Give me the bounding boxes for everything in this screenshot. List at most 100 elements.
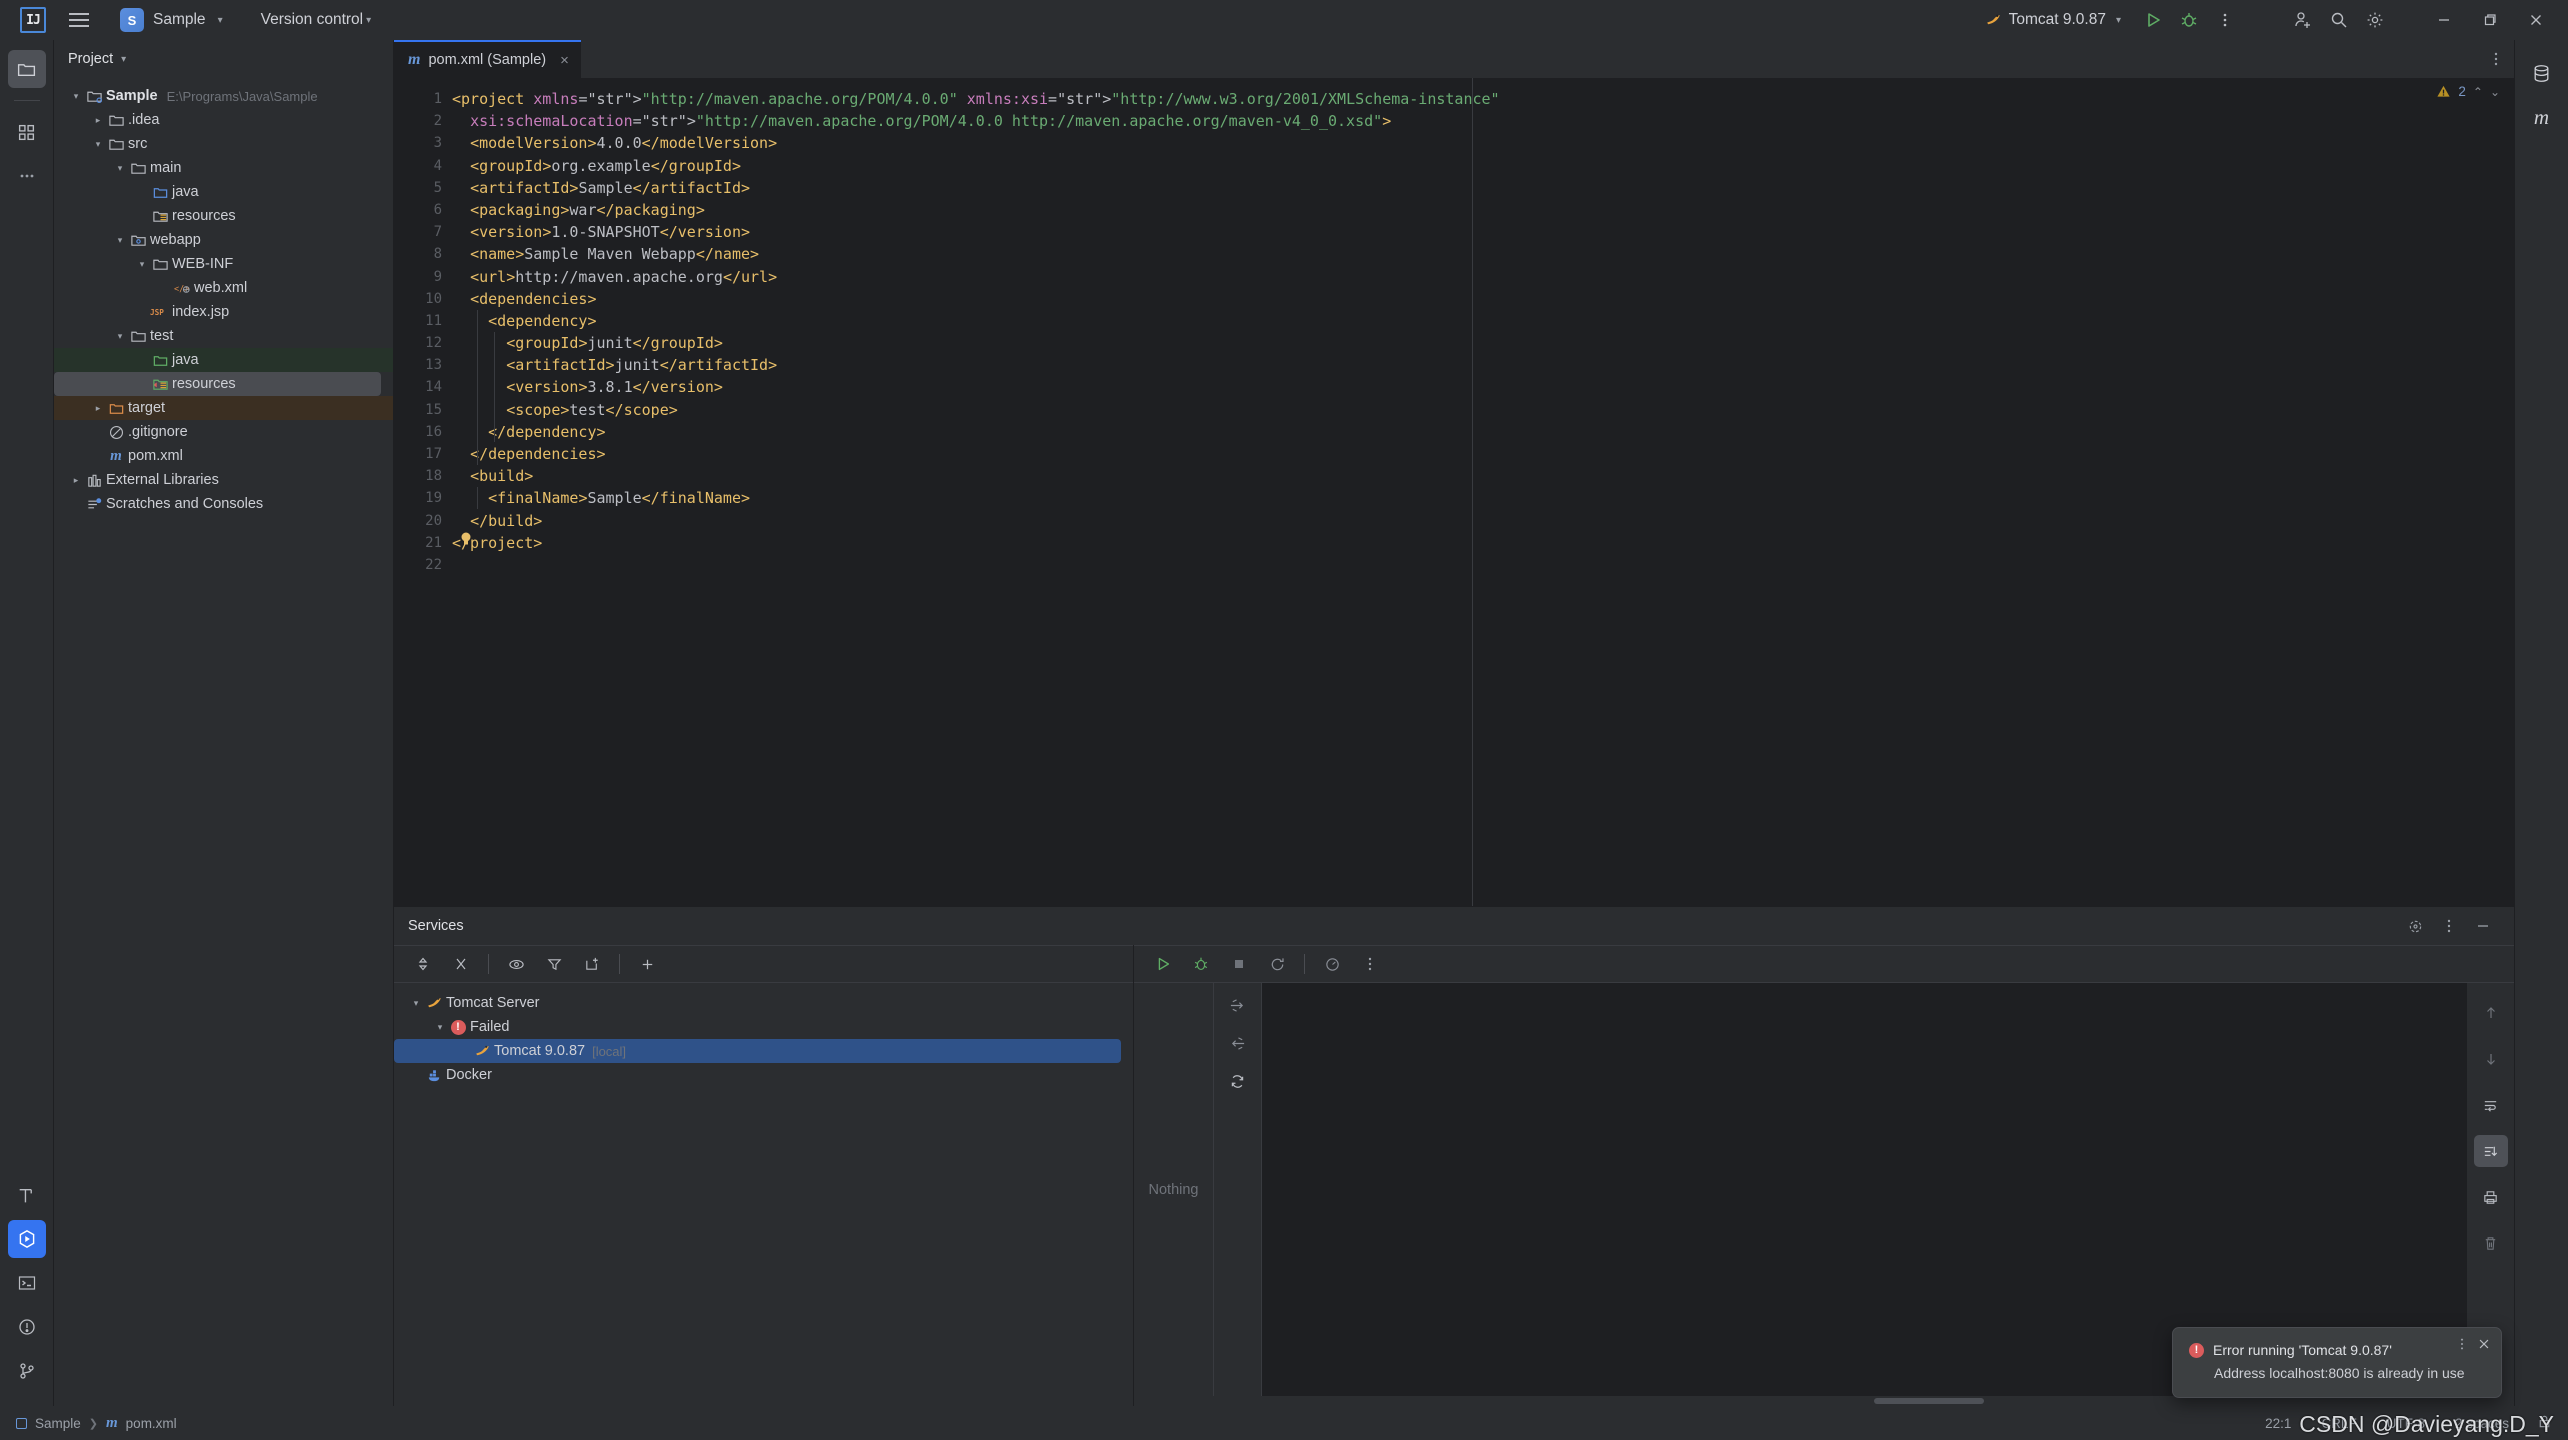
arrow-up-icon[interactable] — [2474, 997, 2508, 1029]
editor-pane[interactable]: 1 2 3 4 5 6 7 8 9 10 11 12 13 14 15 16 17 18 19 20 21 22 <pro… — [394, 78, 2514, 906]
chevron-down-icon[interactable]: ▾ — [68, 91, 84, 102]
project-tree-item-resources[interactable]: resources — [54, 372, 381, 396]
collapse-left-icon[interactable] — [1229, 1035, 1246, 1057]
minimize-window-button[interactable] — [2422, 1, 2466, 39]
build-tool-window-button[interactable] — [8, 1176, 46, 1214]
chevron-down-icon[interactable]: ▾ — [112, 331, 128, 342]
intention-bulb-icon[interactable] — [460, 532, 471, 546]
scroll-to-end-icon[interactable] — [2473, 1135, 2508, 1167]
chevron-down-icon[interactable]: ▾ — [112, 163, 128, 174]
services-tree-item-tomcat-server[interactable]: ▾ Tomcat Server — [394, 991, 1133, 1015]
run-button[interactable] — [2136, 3, 2170, 37]
add-service-button[interactable] — [630, 947, 664, 981]
project-tree-item--gitignore[interactable]: .gitignore — [54, 420, 393, 444]
project-tree-item-test[interactable]: ▾ test — [54, 324, 393, 348]
problems-tool-window-button[interactable] — [8, 1308, 46, 1346]
project-tree-item-java[interactable]: java — [54, 180, 393, 204]
line-separator-widget[interactable]: CRLF — [2321, 1416, 2356, 1431]
chevron-down-icon[interactable]: ▾ — [408, 998, 424, 1009]
more-tool-windows-button[interactable] — [8, 157, 46, 195]
project-tree-item-web-xml[interactable]: </> web.xml — [54, 276, 393, 300]
rerun-button[interactable] — [1260, 947, 1294, 981]
show-services-button[interactable] — [499, 947, 533, 981]
chevron-down-icon[interactable]: ▾ — [134, 259, 150, 270]
trash-icon[interactable] — [2474, 1227, 2508, 1259]
project-widget[interactable]: S Sample ▾ — [110, 3, 233, 37]
encoding-widget[interactable]: UTF-8 — [2387, 1416, 2425, 1431]
services-minimize-button[interactable] — [2466, 909, 2500, 943]
soft-wrap-icon[interactable] — [2474, 1089, 2508, 1121]
terminal-tool-window-button[interactable] — [8, 1264, 46, 1302]
chevron-down-icon[interactable]: ▾ — [112, 235, 128, 246]
stop-button[interactable] — [1222, 947, 1256, 981]
project-tree-item-sample[interactable]: ▾ Sample E:\Programs\Java\Sample — [54, 84, 393, 108]
close-window-button[interactable] — [2514, 1, 2558, 39]
debug-button[interactable] — [2172, 3, 2206, 37]
close-all-tabs-button[interactable] — [444, 947, 478, 981]
settings-button[interactable] — [2358, 3, 2392, 37]
services-more-button[interactable] — [2432, 909, 2466, 943]
project-tree-item-index-jsp[interactable]: JSP index.jsp — [54, 300, 393, 324]
project-tree-item-webapp[interactable]: ▾ webapp — [54, 228, 393, 252]
project-tree-item-main[interactable]: ▾ main — [54, 156, 393, 180]
services-tree[interactable]: ▾ Tomcat Server ▾! Failed Tomcat 9.0.87 [loca… — [394, 983, 1133, 1406]
indent-widget[interactable]: 2 spaces — [2455, 1416, 2509, 1431]
editor-code[interactable]: <project xmlns="str">"http://maven.apach… — [452, 78, 2514, 906]
project-tree-item-web-inf[interactable]: ▾ WEB-INF — [54, 252, 393, 276]
maven-tool-window-button[interactable]: m — [2523, 98, 2561, 136]
project-tree-item-scratches-and-consoles[interactable]: Scratches and Consoles — [54, 492, 393, 516]
error-notification-balloon[interactable]: ! Error running 'Tomcat 9.0.87' Address … — [2172, 1327, 2502, 1398]
editor-tab-options-button[interactable] — [2478, 40, 2514, 78]
print-icon[interactable] — [2474, 1181, 2508, 1213]
caret-position-widget[interactable]: 22:1 — [2265, 1416, 2291, 1431]
main-menu-button[interactable] — [62, 3, 96, 37]
refresh-icon[interactable] — [1229, 1073, 1246, 1095]
chevron-down-icon[interactable]: ▾ — [432, 1022, 448, 1033]
run-button[interactable] — [1146, 947, 1180, 981]
database-tool-window-button[interactable] — [2523, 54, 2561, 92]
chevron-right-icon[interactable]: ▸ — [90, 403, 106, 414]
chevron-right-icon[interactable]: ▸ — [68, 475, 84, 486]
new-tab-button[interactable] — [575, 947, 609, 981]
close-icon[interactable]: × — [560, 52, 569, 69]
debug-button[interactable] — [1184, 947, 1218, 981]
project-tree-item-target[interactable]: ▸ target — [54, 396, 393, 420]
services-tree-item-docker[interactable]: Docker — [394, 1063, 1133, 1087]
inspection-widget[interactable]: 2 ⌃ ⌄ — [2436, 84, 2500, 99]
previous-problem-button[interactable]: ⌃ — [2473, 85, 2483, 99]
project-tree-item-java[interactable]: java — [54, 348, 393, 372]
notification-close-button[interactable] — [2477, 1337, 2491, 1356]
run-configuration-selector[interactable]: Tomcat 9.0.87 ▾ — [1976, 6, 2130, 34]
editor-tab-pom-xml[interactable]: m pom.xml (Sample) × — [394, 40, 581, 78]
target-icon[interactable] — [2398, 909, 2432, 943]
chevron-right-icon[interactable]: ▸ — [90, 115, 106, 126]
run-more-button[interactable] — [1353, 947, 1387, 981]
project-tool-window-button[interactable] — [7, 50, 46, 88]
breadcrumb[interactable]: Sample ❯ m pom.xml — [16, 1415, 177, 1432]
chevron-down-icon[interactable]: ▾ — [90, 139, 106, 150]
expand-collapse-button[interactable] — [406, 947, 440, 981]
lock-icon[interactable] — [2537, 1414, 2552, 1432]
arrow-down-icon[interactable] — [2474, 1043, 2508, 1075]
project-tree-item-pom-xml[interactable]: m pom.xml — [54, 444, 393, 468]
project-panel-header[interactable]: Project ▾ — [54, 40, 393, 78]
next-problem-button[interactable]: ⌄ — [2490, 85, 2500, 99]
maximize-window-button[interactable] — [2468, 1, 2512, 39]
project-tree-item-resources[interactable]: resources — [54, 204, 393, 228]
project-tree-item-src[interactable]: ▾ src — [54, 132, 393, 156]
git-tool-window-button[interactable] — [8, 1352, 46, 1390]
notification-more-button[interactable] — [2455, 1337, 2469, 1356]
expand-right-icon[interactable] — [1229, 997, 1246, 1019]
services-tree-item-tomcat-9-0-87[interactable]: Tomcat 9.0.87 [local] — [394, 1039, 1121, 1063]
project-tree[interactable]: ▾ Sample E:\Programs\Java\Sample ▸ .idea ▾ src… — [54, 78, 393, 1406]
services-tree-item-failed[interactable]: ▾! Failed — [394, 1015, 1133, 1039]
search-button[interactable] — [2322, 3, 2356, 37]
breadcrumb-item-file[interactable]: pom.xml — [126, 1416, 177, 1431]
project-tree-item-external-libraries[interactable]: ▸ External Libraries — [54, 468, 393, 492]
add-account-button[interactable] — [2286, 3, 2320, 37]
breadcrumb-item-module[interactable]: Sample — [35, 1416, 81, 1431]
project-tree-item--idea[interactable]: ▸ .idea — [54, 108, 393, 132]
services-tool-window-button[interactable] — [7, 1220, 46, 1258]
version-control-widget[interactable]: Version control ▾ — [251, 6, 382, 34]
profile-button[interactable] — [1315, 947, 1349, 981]
